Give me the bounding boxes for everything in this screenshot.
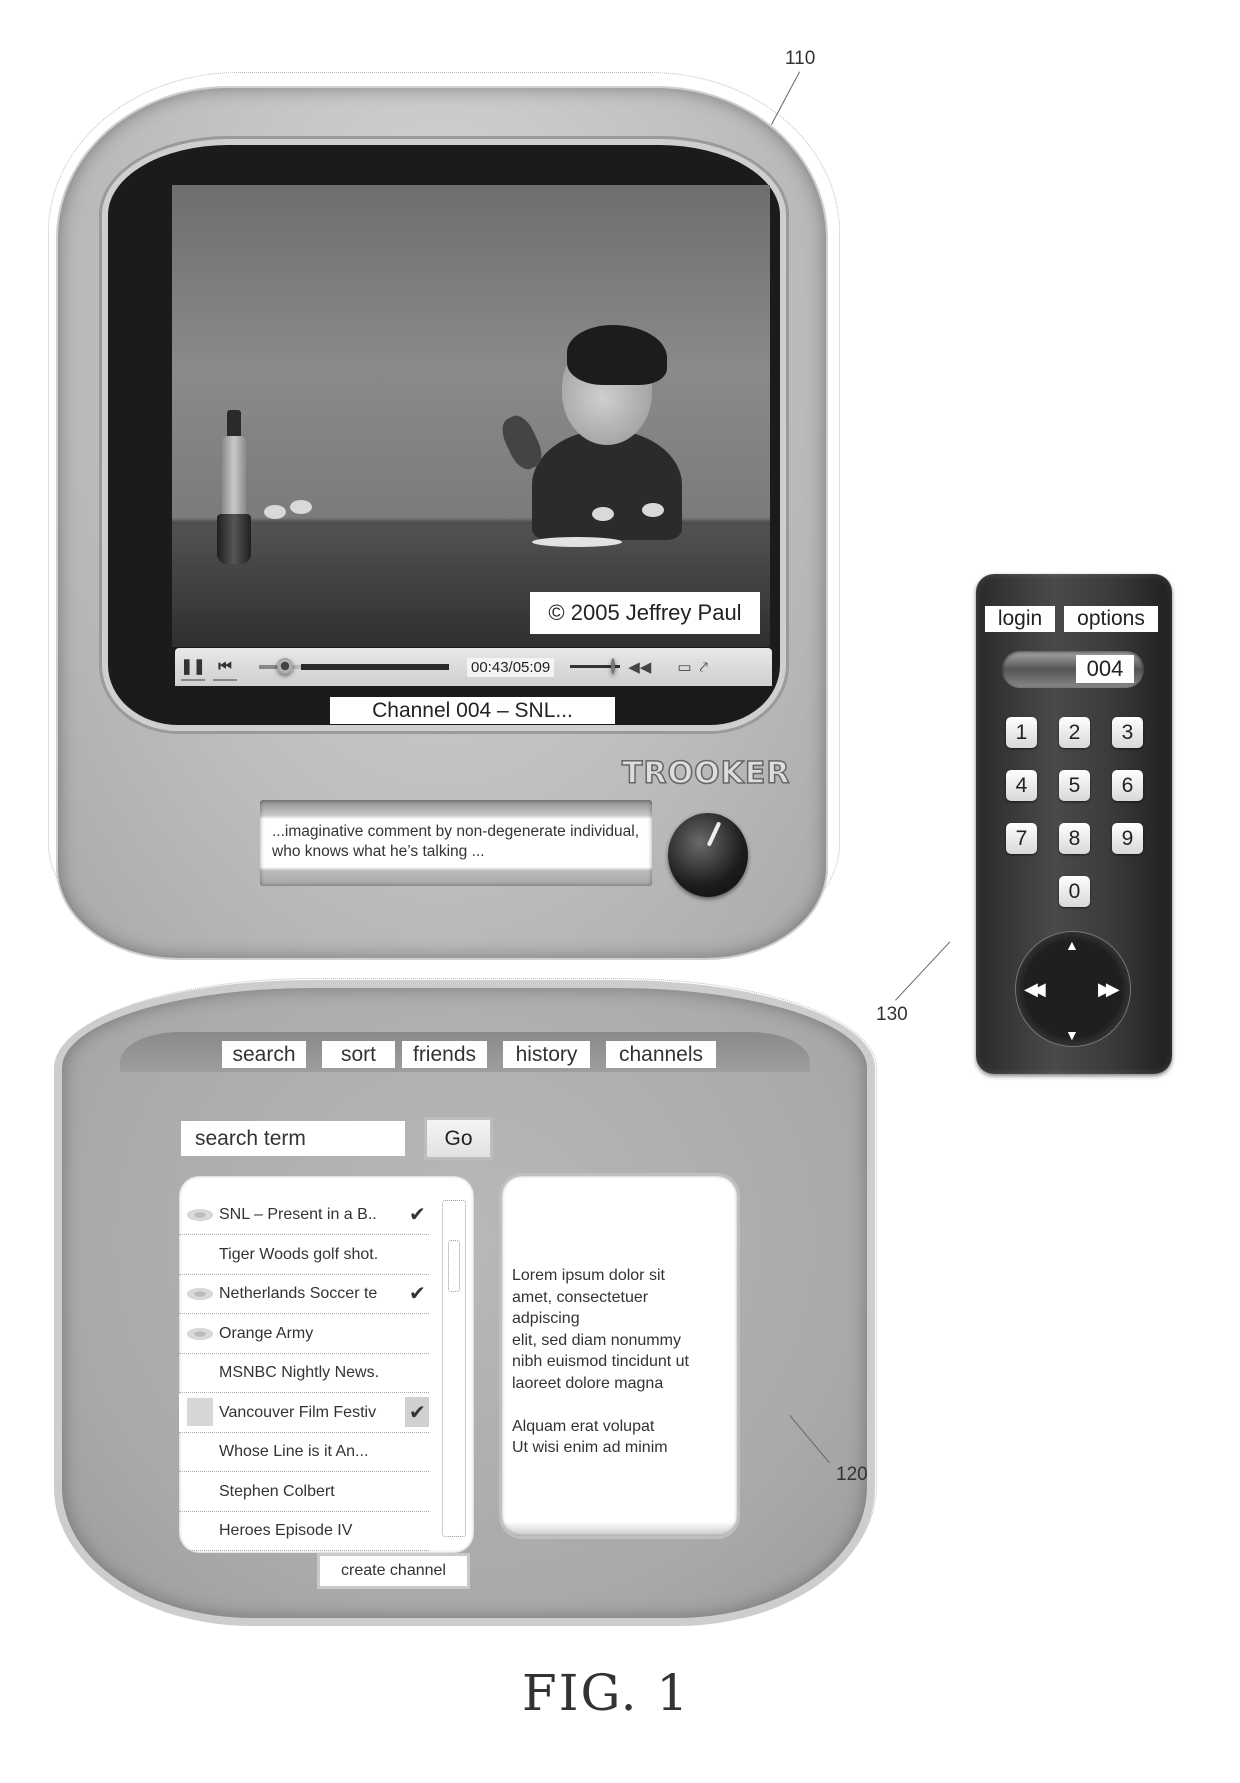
paper-ball <box>592 507 614 521</box>
create-channel-button[interactable]: create channel <box>320 1556 467 1586</box>
key-3[interactable]: 3 <box>1112 717 1143 748</box>
key-0[interactable]: 0 <box>1059 876 1090 907</box>
tab-sort[interactable]: sort <box>322 1041 395 1068</box>
key-6[interactable]: 6 <box>1112 770 1143 801</box>
rewind-icon[interactable]: ◀◀ <box>1024 980 1046 998</box>
tab-search[interactable]: search <box>222 1041 306 1068</box>
leader-line <box>770 71 800 125</box>
puppet-hair <box>567 325 667 385</box>
results-list: SNL – Present in a B.. ✔ Tiger Woods golf … <box>179 1176 474 1553</box>
checkmark-icon[interactable]: ✔ <box>409 1275 426 1313</box>
channel-title: Channel 004 – SNL... <box>330 697 615 724</box>
list-item[interactable]: MSNBC Nightly News. <box>179 1354 429 1393</box>
list-item-title: Vancouver Film Festiv <box>219 1403 377 1421</box>
list-item[interactable]: Netherlands Soccer te ✔ <box>179 1275 429 1314</box>
figure-label: FIG. 1 <box>522 1664 691 1722</box>
leader-line <box>895 941 951 1001</box>
checkmark-icon[interactable]: ✔ <box>409 1196 426 1234</box>
lava-lamp <box>217 410 251 565</box>
selection-marker-icon <box>187 1397 213 1426</box>
options-button[interactable]: options <box>1064 606 1158 632</box>
channel-number: 004 <box>1076 655 1134 683</box>
search-input[interactable] <box>181 1121 405 1156</box>
channel-knob-icon[interactable] <box>668 813 748 897</box>
direction-pad: ▲ ▼ ◀◀ ▶▶ <box>1016 932 1130 1046</box>
list-item[interactable]: Whose Line is it An... <box>179 1433 429 1472</box>
volume-slider[interactable] <box>570 658 621 674</box>
description-text: Lorem ipsum dolor sit amet, consectetuer… <box>512 1267 689 1456</box>
key-9[interactable]: 9 <box>1112 823 1143 854</box>
list-item[interactable]: Tiger Woods golf shot. <box>179 1236 429 1275</box>
login-button[interactable]: login <box>985 606 1055 632</box>
key-5[interactable]: 5 <box>1059 770 1090 801</box>
speaker-icon[interactable]: ◀◀ <box>628 658 651 676</box>
checkmark-icon[interactable]: ✔ <box>409 1394 426 1432</box>
paper-ball <box>290 500 312 514</box>
list-item-title: Heroes Episode IV <box>219 1522 353 1539</box>
key-1[interactable]: 1 <box>1006 717 1037 748</box>
puppet-body <box>532 430 682 540</box>
go-button[interactable]: Go <box>427 1120 490 1157</box>
reference-label-panel: 120 <box>836 1464 868 1485</box>
volume-handle[interactable] <box>610 658 615 674</box>
tab-friends[interactable]: friends <box>402 1041 487 1068</box>
list-item-title: Whose Line is it An... <box>219 1443 369 1460</box>
fast-forward-icon[interactable]: ▶▶ <box>1098 980 1120 998</box>
list-item-title: Orange Army <box>219 1324 314 1342</box>
key-2[interactable]: 2 <box>1059 717 1090 748</box>
list-item-title: Stephen Colbert <box>219 1482 335 1500</box>
list-item-title: Netherlands Soccer te <box>219 1285 378 1302</box>
tab-history[interactable]: history <box>503 1041 590 1068</box>
list-item[interactable]: Vancouver Film Festiv ✔ <box>179 1393 429 1433</box>
seek-handle[interactable] <box>277 658 294 674</box>
seek-slider[interactable] <box>259 658 449 674</box>
paper-ball <box>264 505 286 519</box>
remote-control: login options 004 1 2 3 4 5 6 7 8 9 0 ▲ … <box>976 574 1172 1074</box>
eye-icon <box>187 1288 213 1300</box>
video-copyright-caption: © 2005 Jeffrey Paul <box>530 592 760 634</box>
eye-icon <box>187 1327 213 1340</box>
pause-icon[interactable]: ❚❚ <box>180 653 206 681</box>
list-item-title: Tiger Woods golf shot. <box>219 1245 379 1263</box>
paper-ball <box>642 503 664 517</box>
fullscreen-icon[interactable]: ▭ <box>677 658 691 676</box>
comment-text: ...imaginative comment by non-degenerate… <box>272 823 640 860</box>
scrollbar-thumb[interactable] <box>448 1240 460 1292</box>
channel-display: 004 <box>1002 651 1144 688</box>
key-4[interactable]: 4 <box>1006 770 1037 801</box>
key-8[interactable]: 8 <box>1059 823 1090 854</box>
reference-label-tv: 110 <box>785 48 816 69</box>
time-display: 00:43/05:09 <box>467 657 555 677</box>
video-player[interactable] <box>172 185 770 647</box>
brand-logo: TROOKER <box>621 755 791 792</box>
list-item[interactable]: Stephen Colbert <box>179 1473 429 1512</box>
key-7[interactable]: 7 <box>1006 823 1037 854</box>
list-item-title: MSNBC Nightly News. <box>219 1364 380 1381</box>
skip-back-icon[interactable]: ⏮ <box>213 653 237 681</box>
player-controls: ❚❚ ⏮ 00:43/05:09 ◀◀ ▭ ⤤ <box>175 648 772 686</box>
down-arrow-icon[interactable]: ▼ <box>1065 1026 1079 1044</box>
tab-channels[interactable]: channels <box>606 1041 716 1068</box>
list-item[interactable]: Heroes Episode IV <box>179 1512 429 1551</box>
list-item[interactable]: Orange Army <box>179 1315 429 1354</box>
reference-label-remote: 130 <box>876 1004 908 1025</box>
popout-icon[interactable]: ⤤ <box>700 659 708 676</box>
desk-paper <box>532 537 622 547</box>
up-arrow-icon[interactable]: ▲ <box>1065 936 1079 954</box>
list-item[interactable]: SNL – Present in a B.. ✔ <box>179 1196 429 1235</box>
eye-icon <box>187 1209 213 1221</box>
list-item-title: SNL – Present in a B.. <box>219 1206 377 1223</box>
